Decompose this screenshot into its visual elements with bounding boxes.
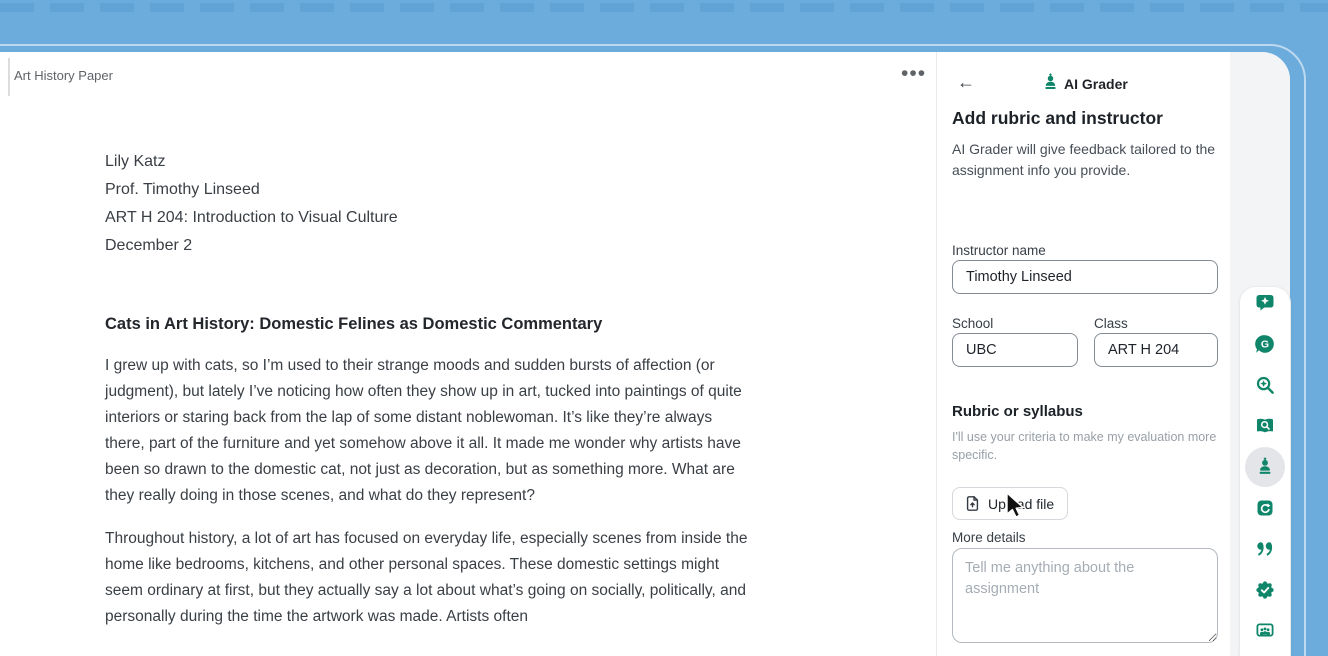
school-label: School [952, 316, 993, 331]
ai-grader-icon[interactable] [1245, 447, 1285, 487]
class-label: Class [1094, 316, 1128, 331]
ai-grader-header-icon [1041, 73, 1060, 97]
svg-text:G: G [1261, 339, 1269, 351]
rubric-heading: Rubric or syllabus [952, 403, 1083, 420]
panel-title: AI Grader [1064, 76, 1128, 92]
doc-paragraph-2[interactable]: Throughout history, a lot of art has foc… [105, 526, 748, 630]
comment-sparkle-icon[interactable] [1245, 283, 1285, 323]
panel-heading: Add rubric and instructor [952, 108, 1163, 129]
upload-file-button[interactable]: Upload file [952, 487, 1068, 520]
classroom-icon[interactable] [1245, 611, 1285, 651]
upload-file-icon [964, 495, 981, 512]
doc-date-line[interactable]: December 2 [105, 232, 748, 260]
rubric-description: I'll use your criteria to make my evalua… [952, 428, 1224, 464]
document-title: Art History Paper [14, 68, 113, 83]
book-search-icon[interactable] [1245, 406, 1285, 446]
back-arrow-button[interactable]: ← [957, 72, 975, 92]
school-input[interactable] [952, 333, 1078, 367]
doc-author-line[interactable]: Lily Katz [105, 148, 748, 176]
doc-professor-line[interactable]: Prof. Timothy Linseed [105, 176, 748, 204]
quotes-icon[interactable] [1245, 529, 1285, 569]
instructor-name-input[interactable] [952, 260, 1218, 294]
doc-paragraph-1[interactable]: I grew up with cats, so I’m used to thei… [105, 353, 748, 509]
badge-check-icon[interactable] [1245, 570, 1285, 610]
screen: Art History Paper ••• Lily Katz Prof. Ti… [0, 0, 1328, 656]
instructor-name-label: Instructor name [952, 243, 1046, 258]
more-details-textarea[interactable] [952, 548, 1218, 643]
magnifier-sparkle-icon[interactable] [1245, 365, 1285, 405]
more-menu-button[interactable]: ••• [901, 62, 926, 86]
pane-divider [936, 52, 937, 656]
more-details-label: More details [952, 530, 1026, 545]
doc-heading[interactable]: Cats in Art History: Domestic Felines as… [105, 312, 748, 336]
collapsed-sidebar-handle[interactable] [8, 58, 10, 96]
video-top-strip [0, 3, 1328, 12]
grammarly-g-icon[interactable]: G [1245, 324, 1285, 364]
doc-course-line[interactable]: ART H 204: Introduction to Visual Cultur… [105, 204, 748, 232]
panel-description: AI Grader will give feedback tailored to… [952, 139, 1220, 181]
document-editor[interactable]: Lily Katz Prof. Timothy Linseed ART H 20… [105, 148, 748, 630]
rotate-square-icon[interactable] [1245, 488, 1285, 528]
class-input[interactable] [1094, 333, 1218, 367]
upload-file-label: Upload file [988, 496, 1054, 512]
